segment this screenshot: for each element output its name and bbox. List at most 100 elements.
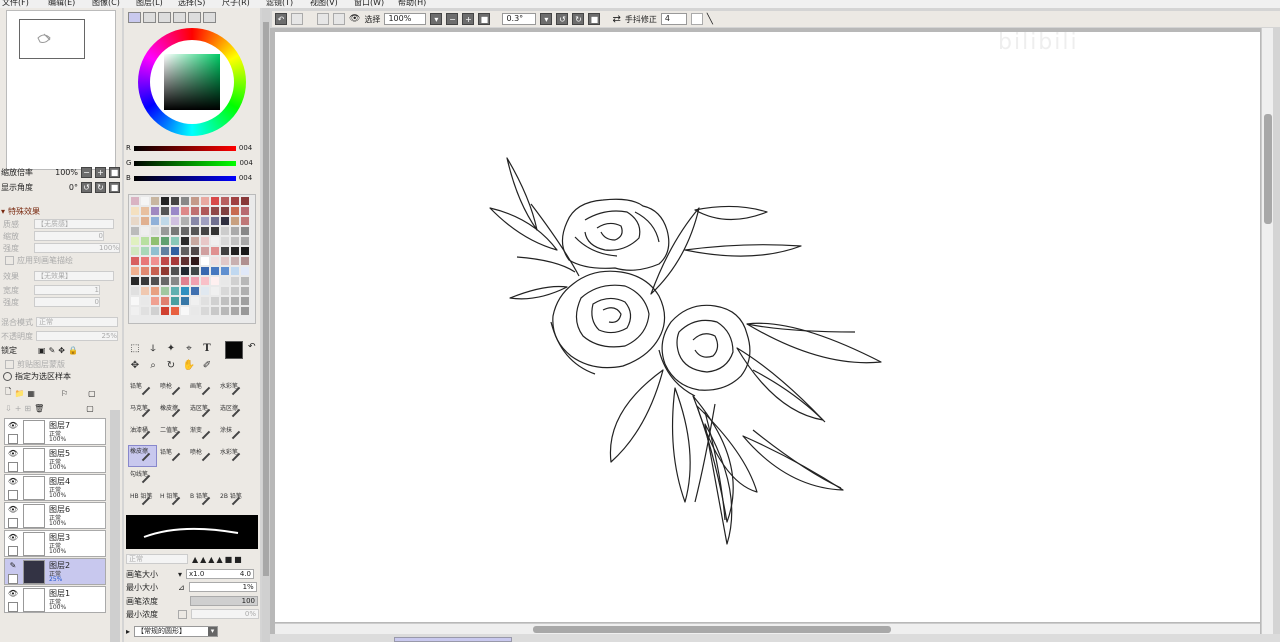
color-swatch[interactable] (181, 217, 189, 225)
color-swatch[interactable] (241, 197, 249, 205)
color-swatch[interactable] (241, 277, 249, 285)
min-density-checkbox[interactable] (178, 609, 187, 619)
brush-slot[interactable]: HB 铅笔 (128, 489, 157, 511)
color-swatch[interactable] (161, 197, 169, 205)
color-swatch[interactable] (211, 207, 219, 215)
rotate-reset-button[interactable]: ■ (588, 13, 601, 25)
color-swatch[interactable] (131, 217, 139, 225)
color-swatch[interactable] (141, 257, 149, 265)
menu-item[interactable]: 帮助(H) (398, 0, 426, 8)
rect-select-icon[interactable]: ⬚ (128, 342, 142, 355)
sample-radio[interactable] (3, 371, 12, 381)
vertical-scroll-thumb[interactable] (1264, 114, 1272, 224)
color-swatch[interactable] (241, 307, 249, 315)
color-swatch[interactable] (221, 227, 229, 235)
color-swatch[interactable] (131, 227, 139, 235)
color-swatch[interactable] (221, 237, 229, 245)
color-swatch[interactable] (221, 297, 229, 305)
move-icon[interactable]: ✥ (128, 359, 142, 372)
color-swatch[interactable] (141, 217, 149, 225)
brush-slot[interactable]: 二值笔 (158, 423, 187, 445)
color-swatch[interactable] (231, 247, 239, 255)
color-picker-tool-icon[interactable]: ⌖ (182, 342, 196, 355)
color-swatch[interactable] (201, 217, 209, 225)
nav-rotate-left-button[interactable]: ↺ (81, 181, 92, 193)
color-swatch[interactable] (231, 207, 239, 215)
color-swatch[interactable] (181, 197, 189, 205)
min-density-slider[interactable]: 0% (191, 609, 259, 619)
layer-row[interactable]: 👁 图层3 正常 100% (4, 530, 106, 557)
brush-slot[interactable]: 2B 铅笔 (218, 489, 247, 511)
layer-select-checkbox[interactable] (8, 490, 18, 500)
angle-select[interactable]: 0.3° (502, 13, 537, 25)
brush-slot[interactable]: 油漆桶 (128, 423, 157, 445)
color-swatch[interactable] (141, 207, 149, 215)
color-swatch[interactable] (191, 197, 199, 205)
color-swatch[interactable] (131, 247, 139, 255)
color-swatch[interactable] (231, 217, 239, 225)
color-swatch[interactable] (161, 307, 169, 315)
color-swatch[interactable] (241, 237, 249, 245)
eye-icon[interactable]: 👁 (7, 589, 19, 600)
opacity-field[interactable]: 25% (36, 331, 118, 341)
color-swatch[interactable] (161, 287, 169, 295)
merge-all-icon[interactable]: + (15, 404, 22, 413)
color-swatch[interactable] (181, 257, 189, 265)
color-swatch[interactable] (201, 207, 209, 215)
redo-button[interactable] (291, 13, 303, 25)
lock-transparency-icon[interactable]: ▣ (38, 346, 46, 355)
color-swatch[interactable] (131, 197, 139, 205)
color-swatch[interactable] (211, 277, 219, 285)
color-swatch[interactable] (161, 297, 169, 305)
color-swatch[interactable] (161, 207, 169, 215)
nav-zoom-reset-button[interactable]: ■ (109, 166, 120, 178)
color-swatch[interactable] (211, 227, 219, 235)
eye-icon[interactable]: 👁 (7, 449, 19, 460)
brush-slot[interactable] (158, 467, 187, 489)
color-swatch[interactable] (201, 307, 209, 315)
brush-slot[interactable]: H 铅笔 (158, 489, 187, 511)
color-swatch[interactable] (181, 287, 189, 295)
panel-scrollbar[interactable] (262, 8, 270, 642)
angle-dropdown-button[interactable]: ▾ (540, 13, 553, 25)
color-swatch[interactable] (131, 297, 139, 305)
brush-slot[interactable]: 水彩笔 (218, 379, 247, 401)
hsv-slider-tab[interactable] (158, 12, 171, 23)
layer-select-checkbox[interactable] (8, 518, 18, 528)
brush-slot[interactable]: 画笔 (188, 379, 217, 401)
color-swatch[interactable] (151, 237, 159, 245)
line-icon[interactable]: ╲ (707, 14, 713, 25)
color-swatch[interactable] (171, 287, 179, 295)
density-slider[interactable]: 100 (190, 596, 258, 606)
layer-row[interactable]: 👁 图层7 正常 100% (4, 418, 106, 445)
color-swatch[interactable] (181, 307, 189, 315)
color-swatch[interactable] (231, 287, 239, 295)
nav-rotate-right-button[interactable]: ↻ (95, 181, 106, 193)
brush-icon[interactable]: ✎ (7, 561, 19, 572)
color-swatch[interactable] (191, 277, 199, 285)
color-swatch[interactable] (171, 297, 179, 305)
color-swatch[interactable] (201, 287, 209, 295)
layer-scrollbar[interactable] (110, 410, 120, 642)
color-swatch[interactable] (131, 237, 139, 245)
eye-icon[interactable]: 👁 (349, 14, 360, 24)
zoom-out-button[interactable]: − (446, 13, 459, 25)
color-swatch[interactable] (191, 307, 199, 315)
invert-selection-button[interactable] (333, 13, 345, 25)
g-slider[interactable] (134, 160, 237, 166)
layer-select-checkbox[interactable] (8, 546, 18, 556)
color-swatch[interactable] (241, 207, 249, 215)
min-size-slider[interactable]: 1% (188, 582, 257, 592)
color-swatch[interactable] (161, 247, 169, 255)
layer-flag-icon[interactable]: ⚐ (61, 389, 68, 398)
new-folder-icon[interactable]: 📁 (14, 389, 24, 398)
menu-item[interactable]: 图像(C) (92, 0, 120, 8)
color-swatch[interactable] (141, 307, 149, 315)
color-swatch[interactable] (151, 217, 159, 225)
menu-item[interactable]: 选择(S) (178, 0, 205, 8)
color-swatch[interactable] (151, 227, 159, 235)
color-swatch[interactable] (161, 277, 169, 285)
color-swatch[interactable] (191, 297, 199, 305)
color-swatch[interactable] (211, 307, 219, 315)
color-swatch[interactable] (221, 267, 229, 275)
